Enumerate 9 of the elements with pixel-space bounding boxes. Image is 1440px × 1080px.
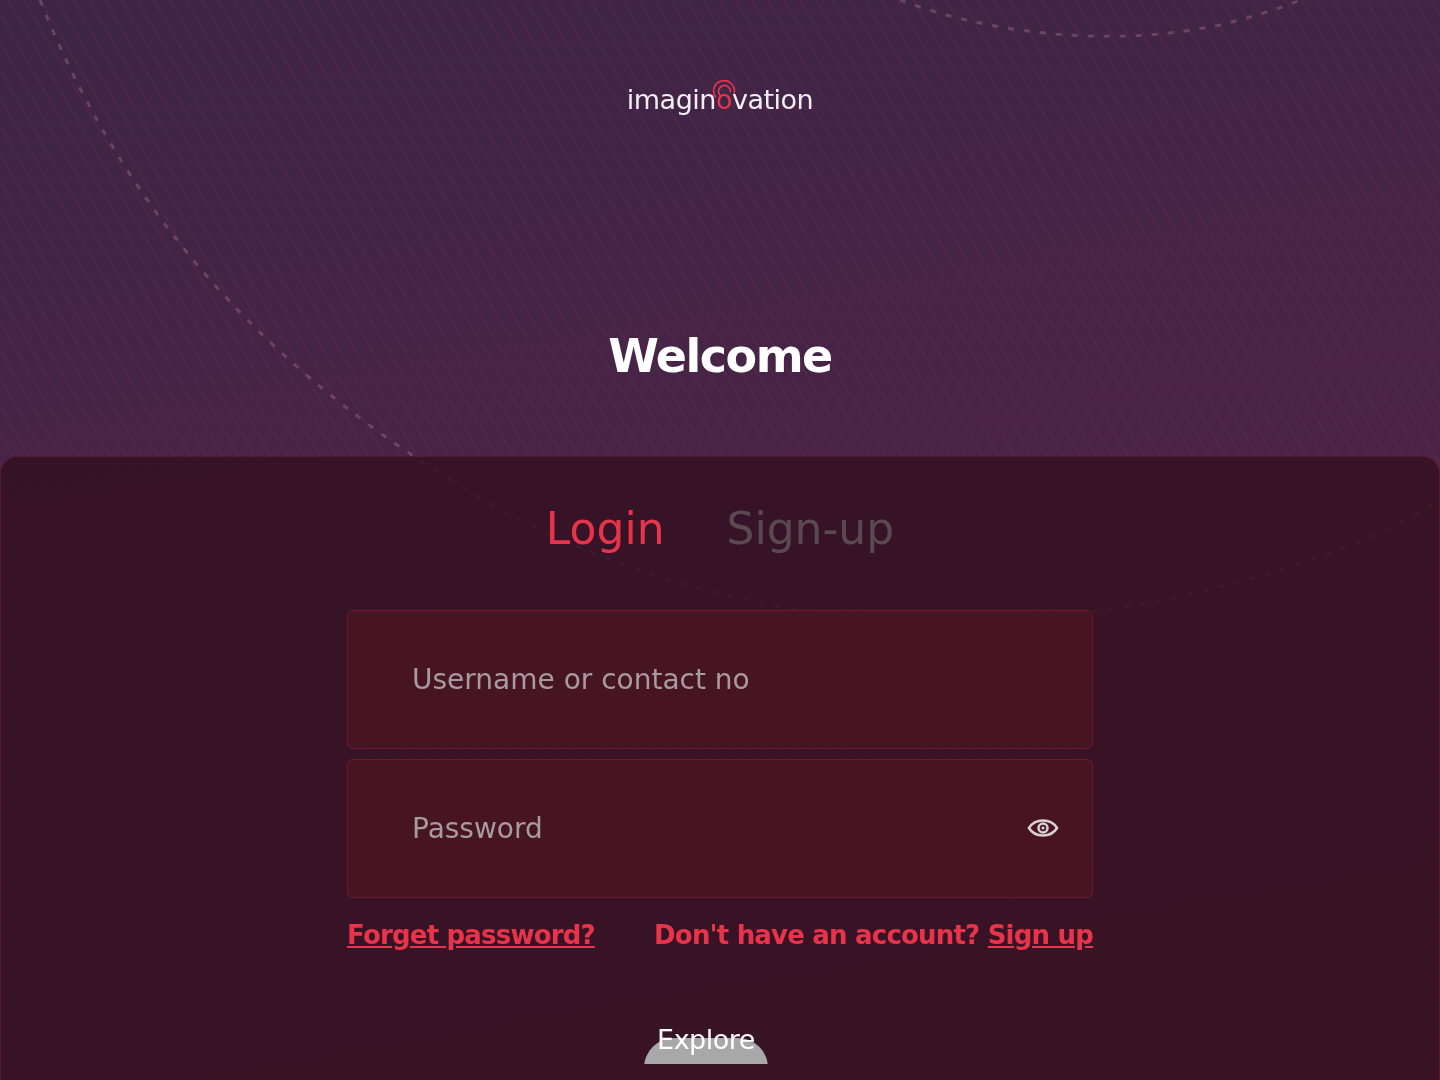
eye-icon[interactable]: [1027, 817, 1059, 839]
username-field[interactable]: Username or contact no: [347, 610, 1093, 749]
signup-prompt: Don't have an account? Sign up: [654, 920, 1093, 950]
password-field[interactable]: Password: [347, 759, 1093, 898]
welcome-heading: Welcome: [608, 329, 832, 383]
tab[interactable]: Login: [545, 499, 665, 558]
logo: imaginovation: [626, 74, 814, 115]
sign-up-link[interactable]: Sign up: [987, 920, 1093, 950]
forgot-password-link[interactable]: Forget password?: [347, 920, 595, 950]
